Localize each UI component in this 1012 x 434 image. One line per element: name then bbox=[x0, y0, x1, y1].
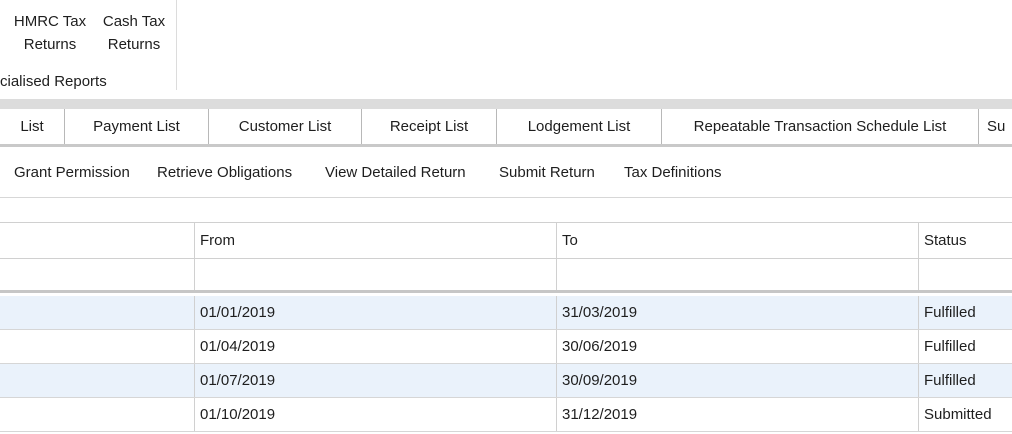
filter-cell-blank[interactable] bbox=[0, 259, 194, 290]
column-header-blank[interactable] bbox=[0, 223, 194, 258]
hmrc-tax-returns-label-line2: Returns bbox=[23, 36, 77, 53]
status-cell: Fulfilled bbox=[918, 330, 1012, 363]
column-header-from[interactable]: From bbox=[194, 223, 556, 258]
cash-tax-returns-label-line2: Returns bbox=[107, 36, 161, 53]
tab-lodgement-list[interactable]: Lodgement List bbox=[497, 109, 662, 144]
tab-customer-list[interactable]: Customer List bbox=[209, 109, 362, 144]
view-detailed-return-button[interactable]: View Detailed Return bbox=[325, 148, 466, 198]
grid-header-row: From To Status bbox=[0, 222, 1012, 259]
from-cell: 01/01/2019 bbox=[194, 296, 556, 329]
obligations-grid: From To Status 01/01/2019 31/03/2019 Ful… bbox=[0, 222, 1012, 434]
ribbon: HMRC Tax Returns Cash Tax Returns cialis… bbox=[0, 0, 1012, 98]
column-header-status[interactable]: Status bbox=[918, 223, 1012, 258]
filter-cell-status[interactable] bbox=[918, 259, 1012, 290]
from-cell: 01/07/2019 bbox=[194, 364, 556, 397]
status-cell: Fulfilled bbox=[918, 364, 1012, 397]
tab-receipt-list[interactable]: Receipt List bbox=[362, 109, 497, 144]
table-row[interactable]: 01/07/2019 30/09/2019 Fulfilled bbox=[0, 364, 1012, 398]
grant-permission-button[interactable]: Grant Permission bbox=[14, 148, 130, 198]
tab-repeatable-transaction-schedule-list[interactable]: Repeatable Transaction Schedule List bbox=[662, 109, 979, 144]
tab-bar: List Payment List Customer List Receipt … bbox=[0, 109, 1012, 147]
ribbon-group-divider bbox=[176, 0, 177, 90]
to-cell: 31/03/2019 bbox=[556, 296, 918, 329]
hmrc-tax-returns-label-line1: HMRC Tax bbox=[13, 13, 87, 30]
ribbon-group-label: cialised Reports bbox=[0, 73, 107, 90]
cash-tax-returns-button[interactable]: Cash Tax Returns bbox=[99, 10, 169, 56]
tab-strip-band bbox=[0, 99, 1012, 109]
row-indicator-cell bbox=[0, 364, 194, 397]
filter-cell-to[interactable] bbox=[556, 259, 918, 290]
filter-cell-from[interactable] bbox=[194, 259, 556, 290]
to-cell: 31/12/2019 bbox=[556, 398, 918, 431]
row-indicator-cell bbox=[0, 398, 194, 431]
column-header-to[interactable]: To bbox=[556, 223, 918, 258]
submit-return-button[interactable]: Submit Return bbox=[499, 148, 595, 198]
tax-definitions-button[interactable]: Tax Definitions bbox=[624, 148, 722, 198]
table-row[interactable]: 01/04/2019 30/06/2019 Fulfilled bbox=[0, 330, 1012, 364]
hmrc-tax-returns-button[interactable]: HMRC Tax Returns bbox=[12, 10, 88, 56]
tab-list[interactable]: List bbox=[0, 109, 65, 144]
tab-payment-list[interactable]: Payment List bbox=[65, 109, 209, 144]
retrieve-obligations-button[interactable]: Retrieve Obligations bbox=[157, 148, 292, 198]
to-cell: 30/09/2019 bbox=[556, 364, 918, 397]
cash-tax-returns-label-line1: Cash Tax bbox=[102, 13, 166, 30]
toolbar: Grant Permission Retrieve Obligations Vi… bbox=[0, 148, 1012, 198]
status-cell: Submitted bbox=[918, 398, 1012, 431]
status-cell: Fulfilled bbox=[918, 296, 1012, 329]
table-row[interactable]: 01/10/2019 31/12/2019 Submitted bbox=[0, 398, 1012, 432]
row-indicator-cell bbox=[0, 296, 194, 329]
to-cell: 30/06/2019 bbox=[556, 330, 918, 363]
from-cell: 01/10/2019 bbox=[194, 398, 556, 431]
row-indicator-cell bbox=[0, 330, 194, 363]
from-cell: 01/04/2019 bbox=[194, 330, 556, 363]
tab-su[interactable]: Su bbox=[979, 109, 1012, 144]
grid-filter-row bbox=[0, 259, 1012, 293]
table-row[interactable]: 01/01/2019 31/03/2019 Fulfilled bbox=[0, 296, 1012, 330]
